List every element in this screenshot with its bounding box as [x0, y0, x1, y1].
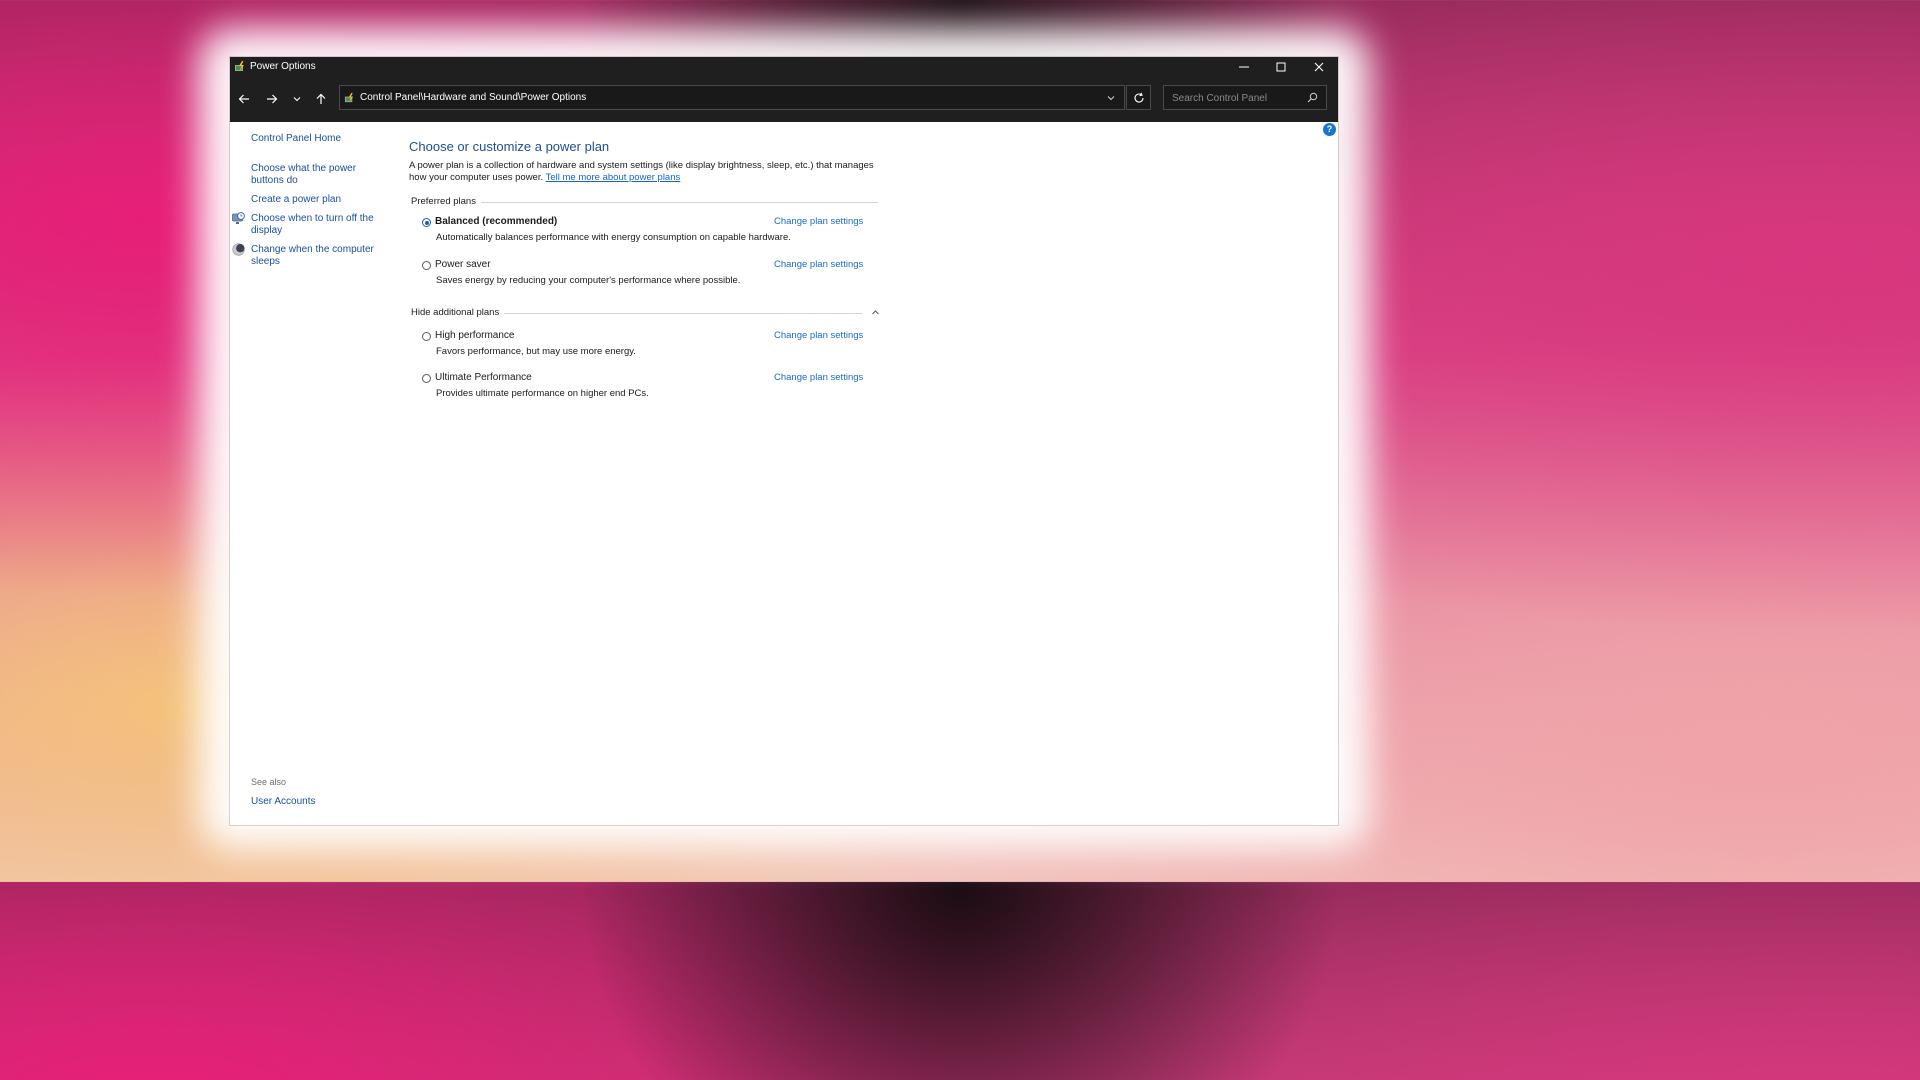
- hide-additional-plans-label[interactable]: Hide additional plans: [411, 307, 505, 318]
- power-options-window: Power Options Control Panel\Hardware and…: [230, 57, 1338, 825]
- arrow-right-icon: [267, 94, 278, 104]
- ultimate-performance-plan-description: Provides ultimate performance on higher …: [436, 388, 649, 399]
- power-saver-change-settings-link[interactable]: Change plan settings: [774, 259, 863, 270]
- turn-off-display-link[interactable]: Choose when to turn off the display: [251, 213, 379, 237]
- display-clock-icon: [232, 212, 245, 224]
- minimize-button[interactable]: [1226, 57, 1262, 77]
- up-button[interactable]: [311, 89, 331, 109]
- chevron-down-icon: [1107, 95, 1115, 100]
- high-performance-plan-name[interactable]: High performance: [435, 330, 514, 341]
- search-icon[interactable]: [1307, 92, 1318, 103]
- refresh-button[interactable]: [1126, 85, 1151, 110]
- learn-more-link[interactable]: Tell me more about power plans: [546, 172, 681, 183]
- address-path[interactable]: Control Panel\Hardware and Sound\Power O…: [360, 92, 586, 103]
- preferred-plans-label: Preferred plans: [411, 196, 481, 207]
- power-saver-plan-radio[interactable]: [422, 261, 431, 270]
- page-title: Choose or customize a power plan: [409, 139, 610, 154]
- help-button[interactable]: ?: [1323, 123, 1336, 136]
- close-icon: [1314, 62, 1324, 72]
- create-power-plan-link[interactable]: Create a power plan: [251, 194, 379, 206]
- power-saver-plan-name[interactable]: Power saver: [435, 259, 491, 270]
- balanced-plan-name[interactable]: Balanced (recommended): [435, 216, 557, 227]
- collapse-additional-plans-button[interactable]: [870, 307, 880, 317]
- window-title: Power Options: [250, 61, 316, 72]
- power-saver-plan-description: Saves energy by reducing your computer's…: [436, 275, 741, 286]
- control-panel-home-link[interactable]: Control Panel Home: [251, 133, 379, 145]
- ultimate-performance-plan-radio[interactable]: [422, 374, 431, 383]
- minimize-icon: [1239, 66, 1249, 68]
- balanced-change-settings-link[interactable]: Change plan settings: [774, 216, 863, 227]
- refresh-icon: [1134, 92, 1144, 103]
- address-dropdown-button[interactable]: [1098, 86, 1124, 109]
- ultimate-performance-plan-name[interactable]: Ultimate Performance: [435, 372, 532, 383]
- search-input[interactable]: [1170, 90, 1304, 107]
- user-accounts-link[interactable]: User Accounts: [251, 796, 379, 808]
- arrow-up-icon: [316, 93, 326, 104]
- see-also-label: See also: [251, 777, 287, 787]
- arrow-left-icon: [238, 94, 249, 104]
- title-bar: Power Options: [230, 57, 1338, 77]
- high-performance-plan-radio[interactable]: [422, 332, 431, 341]
- moon-icon: [232, 243, 245, 256]
- power-options-icon: [235, 61, 244, 71]
- recent-locations-button[interactable]: [287, 89, 307, 109]
- close-button[interactable]: [1301, 57, 1337, 77]
- search-box[interactable]: [1163, 85, 1327, 110]
- maximize-button[interactable]: [1263, 57, 1299, 77]
- ultimate-performance-change-settings-link[interactable]: Change plan settings: [774, 372, 863, 383]
- power-options-icon: [344, 92, 354, 103]
- preferred-plans-divider: [412, 202, 878, 203]
- high-performance-change-settings-link[interactable]: Change plan settings: [774, 330, 863, 341]
- power-buttons-link[interactable]: Choose what the power buttons do: [251, 163, 379, 187]
- maximize-icon: [1276, 62, 1286, 72]
- back-button[interactable]: [234, 89, 254, 109]
- balanced-plan-radio[interactable]: [422, 218, 431, 227]
- chevron-up-icon: [871, 309, 879, 314]
- address-bar[interactable]: Control Panel\Hardware and Sound\Power O…: [339, 85, 1125, 110]
- high-performance-plan-description: Favors performance, but may use more ene…: [436, 346, 636, 357]
- forward-button[interactable]: [262, 89, 282, 109]
- chevron-down-icon: [293, 97, 301, 102]
- computer-sleeps-link[interactable]: Change when the computer sleeps: [251, 244, 379, 268]
- page-description: A power plan is a collection of hardware…: [409, 160, 889, 184]
- balanced-plan-description: Automatically balances performance with …: [436, 232, 791, 243]
- navigation-bar: Control Panel\Hardware and Sound\Power O…: [230, 77, 1338, 122]
